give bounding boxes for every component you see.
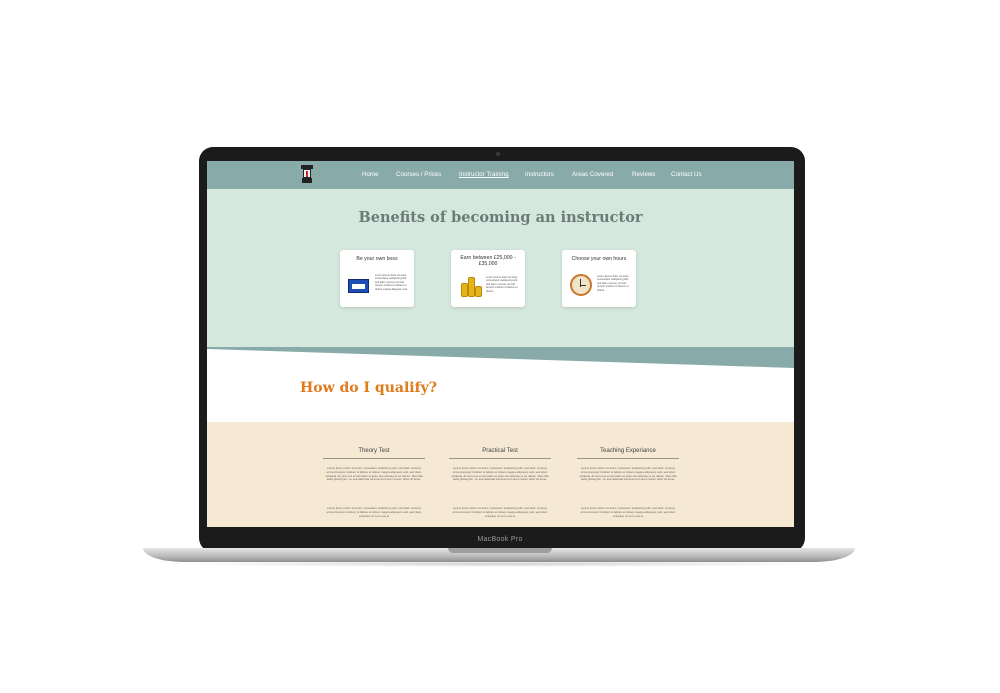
nav-item-instructor-training[interactable]: Instructor Training [459,171,509,178]
benefit-card-title: Be your own boss [356,256,398,262]
nav-item-contact-us[interactable]: Contact Us [671,171,702,178]
practical-test-title: Practical Test [482,448,518,454]
laptop-notch [448,548,552,553]
logo-icon[interactable] [301,165,313,185]
benefit-card-own-hours: Choose your own hours Lorem ipsum dolor … [562,250,636,307]
benefit-card-title: Earn between £25,000 - £35,000 [460,255,516,267]
top-nav: Home Courses / Prices Instructor Trainin… [207,161,794,189]
device-model-label: MacBook Pro [477,536,523,543]
laptop-screen: Home Courses / Prices Instructor Trainin… [207,161,794,527]
nav-item-areas-covered[interactable]: Areas Covered [572,171,613,178]
benefit-card-text: Lorem ipsum dolor sit amet, consectetur … [597,275,630,292]
qualify-title: How do I qualify? [300,380,437,396]
divider [323,458,425,459]
section-divider [207,347,794,368]
benefit-card-title: Choose your own hours [571,256,627,262]
nav-item-reviews[interactable]: Reviews [632,171,655,178]
benefit-card-own-boss: Be your own boss Lorem ipsum dolor sit a… [340,250,414,307]
benefit-card-earnings: Earn between £25,000 - £35,000 Lorem ips… [451,250,525,307]
theory-test-text-2: Lorem ipsum dolor sit amet, consetetur s… [326,506,422,518]
camera-icon [496,152,500,156]
teaching-experience-title: Teaching Experiance [600,448,656,454]
nav-item-instructors[interactable]: Instructors [525,171,554,178]
clock-icon [570,274,592,296]
nav-item-home[interactable]: Home [362,171,379,178]
nav-item-courses-prices[interactable]: Courses / Prices [396,171,441,178]
practical-test-text: Lorem ipsum dolor sit amet, consetetur s… [451,466,549,482]
teaching-experience-text-2: Lorem ipsum dolor sit amet, consetetur s… [580,506,676,518]
practical-test-text-2: Lorem ipsum dolor sit amet, consetetur s… [452,506,548,518]
benefits-title: Benefits of becoming an instructor [358,209,643,226]
laptop-shadow [160,561,840,567]
benefit-card-text: Lorem ipsum dolor sit amet, consectetur … [486,276,519,293]
sign-icon [348,279,369,293]
divider [577,458,679,459]
divider [449,458,551,459]
coins-icon [459,273,483,297]
benefit-card-text: Lorem ipsum dolor sit amet, consectetur … [375,274,408,291]
teaching-experience-text: Lorem ipsum dolor sit amet, consetetur s… [579,466,677,482]
theory-test-title: Theory Test [358,448,390,454]
theory-test-text: Lorem ipsum dolor sit amet, consetetur s… [325,466,423,482]
